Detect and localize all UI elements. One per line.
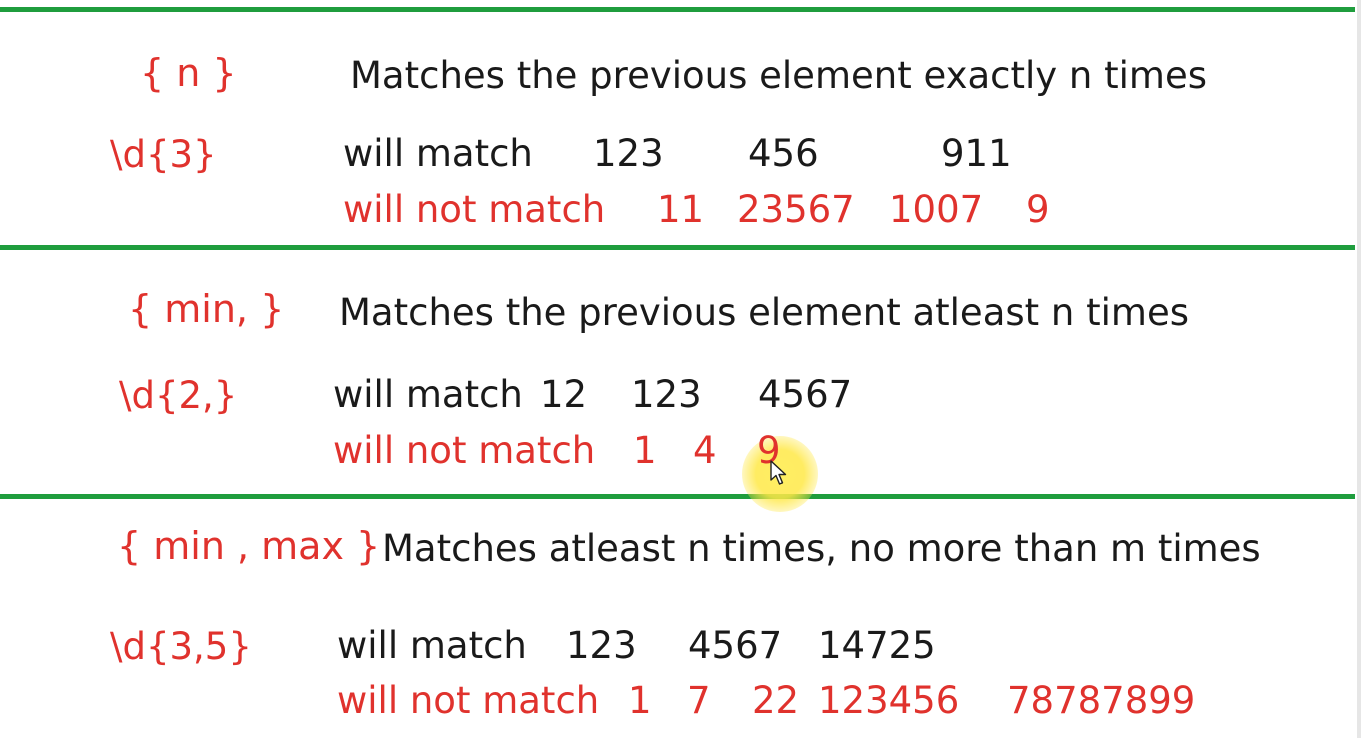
quantifier-exact: { n } — [140, 51, 237, 95]
section-divider-1 — [0, 245, 1355, 250]
match-value: 456 — [748, 132, 819, 175]
nomatch-value: 9 — [1026, 188, 1050, 231]
example-exact: \d{3} — [110, 133, 217, 176]
match-value: 123 — [566, 624, 637, 667]
nomatch-value: 1 — [628, 679, 652, 722]
match-value: 123 — [631, 373, 702, 416]
example-min: \d{2,} — [119, 374, 238, 417]
match-value: 4567 — [688, 624, 783, 667]
nomatch-value: 11 — [657, 188, 705, 231]
nomatch-value: 78787899 — [1007, 679, 1196, 722]
section-divider-2 — [0, 494, 1355, 499]
match-value: 4567 — [758, 373, 853, 416]
match-value: 911 — [941, 132, 1012, 175]
match-value: 12 — [540, 373, 588, 416]
description-min: Matches the previous element atleast n t… — [339, 291, 1189, 334]
quantifier-range: { min , max } — [117, 524, 381, 568]
right-edge — [1357, 0, 1361, 738]
quantifier-min: { min, } — [128, 287, 285, 331]
example-range: \d{3,5} — [110, 625, 252, 668]
nomatch-label-exact: will not match — [343, 188, 606, 231]
mouse-pointer-icon — [770, 460, 787, 485]
nomatch-label-min: will not match — [333, 429, 596, 472]
nomatch-value: 4 — [693, 429, 717, 472]
nomatch-value: 1 — [633, 429, 657, 472]
nomatch-value: 23567 — [737, 188, 855, 231]
match-label-exact: will match — [343, 132, 533, 175]
nomatch-value: 123456 — [818, 679, 960, 722]
nomatch-value: 1007 — [889, 188, 984, 231]
nomatch-value: 22 — [752, 679, 800, 722]
match-label-range: will match — [337, 624, 527, 667]
match-value: 14725 — [818, 624, 936, 667]
top-rule — [0, 7, 1355, 12]
nomatch-value: 7 — [687, 679, 711, 722]
match-value: 123 — [593, 132, 664, 175]
slide: { n } Matches the previous element exact… — [0, 0, 1361, 738]
description-exact: Matches the previous element exactly n t… — [350, 54, 1208, 97]
nomatch-label-range: will not match — [337, 679, 600, 722]
description-range: Matches atleast n times, no more than m … — [382, 527, 1261, 570]
match-label-min: will match — [333, 373, 523, 416]
